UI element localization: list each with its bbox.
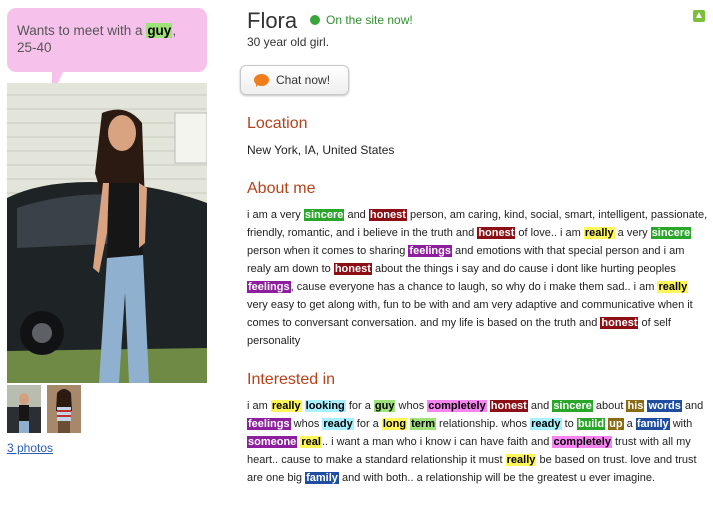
about-title: About me: [247, 180, 316, 197]
keyword-highlight: someone: [247, 436, 298, 448]
keyword-highlight: honest: [368, 209, 407, 221]
keyword-highlight: sincere: [303, 209, 345, 221]
text-segment: .. i want a man who i know i can have fa…: [321, 436, 553, 448]
keyword-highlight: really: [657, 281, 689, 293]
text-segment: about the things i say and do cause i do…: [371, 263, 676, 275]
thumbnail-1-image: [7, 385, 41, 433]
keyword-highlight: words: [647, 400, 682, 412]
keyword-highlight: really: [270, 400, 302, 412]
profile-photo[interactable]: [7, 83, 207, 383]
text-segment: to: [561, 418, 577, 430]
keyword-highlight: sincere: [650, 227, 692, 239]
thumbnail-2-image: [47, 385, 81, 433]
about-text: i am a very sincere and honest person, a…: [247, 206, 709, 350]
profile-subtitle: 30 year old girl.: [247, 35, 330, 49]
keyword-highlight: completely: [427, 400, 487, 412]
keyword-highlight: real: [300, 436, 322, 448]
keyword-highlight: family: [635, 418, 670, 430]
location-title: Location: [247, 115, 308, 132]
text-segment: i am a very: [247, 209, 304, 221]
keyword-highlight: sincere: [552, 400, 593, 412]
text-segment: and: [344, 209, 369, 221]
text-segment: about: [592, 400, 627, 412]
text-segment: and with both.. a relationship will be t…: [338, 472, 656, 484]
seeking-bubble: Wants to meet with a guy, 25-40: [7, 8, 207, 72]
keyword-highlight: honest: [477, 227, 516, 239]
photos-link[interactable]: 3 photos: [7, 441, 53, 455]
keyword-highlight: build: [576, 418, 606, 430]
text-segment: for a: [353, 418, 382, 430]
chat-now-label: Chat now!: [276, 73, 331, 87]
text-segment: relationship. whos: [435, 418, 531, 430]
chat-bubble-icon: [254, 74, 269, 87]
text-segment: a very: [614, 227, 651, 239]
text-segment: and: [527, 400, 553, 412]
keyword-highlight: his: [626, 400, 645, 412]
text-segment: i am: [247, 400, 271, 412]
thumbnail-2[interactable]: [47, 385, 81, 433]
keyword-highlight: long: [381, 418, 408, 430]
scroll-to-top-icon[interactable]: ▲: [693, 10, 705, 22]
keyword-highlight: family: [305, 472, 339, 484]
text-segment: and: [681, 400, 704, 412]
keyword-highlight: honest: [489, 400, 528, 412]
seeking-highlight: guy: [146, 23, 173, 38]
online-status: On the site now!: [326, 13, 413, 27]
keyword-highlight: really: [583, 227, 615, 239]
keyword-highlight: term: [410, 418, 436, 430]
seeking-text: Wants to meet with a: [17, 23, 147, 38]
location-value: New York, IA, United States: [247, 143, 395, 157]
profile-name: Flora: [247, 8, 298, 33]
text-segment: a: [623, 418, 636, 430]
keyword-highlight: looking: [304, 400, 346, 412]
text-segment: , cause everyone has a chance to laugh, …: [290, 281, 658, 293]
keyword-highlight: honest: [333, 263, 372, 275]
text-segment: for a: [345, 400, 374, 412]
keyword-highlight: up: [608, 418, 624, 430]
keyword-highlight: honest: [600, 317, 639, 329]
text-segment: with: [669, 418, 693, 430]
keyword-highlight: guy: [373, 400, 396, 412]
text-segment: whos: [395, 400, 428, 412]
chat-now-button[interactable]: Chat now!: [240, 65, 349, 95]
text-segment: whos: [290, 418, 323, 430]
interested-text: i am really looking for a guy whos compl…: [247, 397, 709, 487]
keyword-highlight: really: [505, 454, 537, 466]
keyword-highlight: feelings: [247, 281, 291, 293]
keyword-highlight: ready: [322, 418, 354, 430]
online-status-icon: [310, 15, 320, 25]
text-segment: person when it comes to sharing: [247, 245, 409, 257]
keyword-highlight: ready: [530, 418, 562, 430]
keyword-highlight: feelings: [408, 245, 452, 257]
interested-title: Interested in: [247, 371, 336, 388]
thumbnail-1[interactable]: [7, 385, 41, 433]
text-segment: of love.. i am: [515, 227, 584, 239]
profile-photo-image: [7, 83, 207, 383]
keyword-highlight: completely: [552, 436, 612, 448]
keyword-highlight: feelings: [247, 418, 291, 430]
